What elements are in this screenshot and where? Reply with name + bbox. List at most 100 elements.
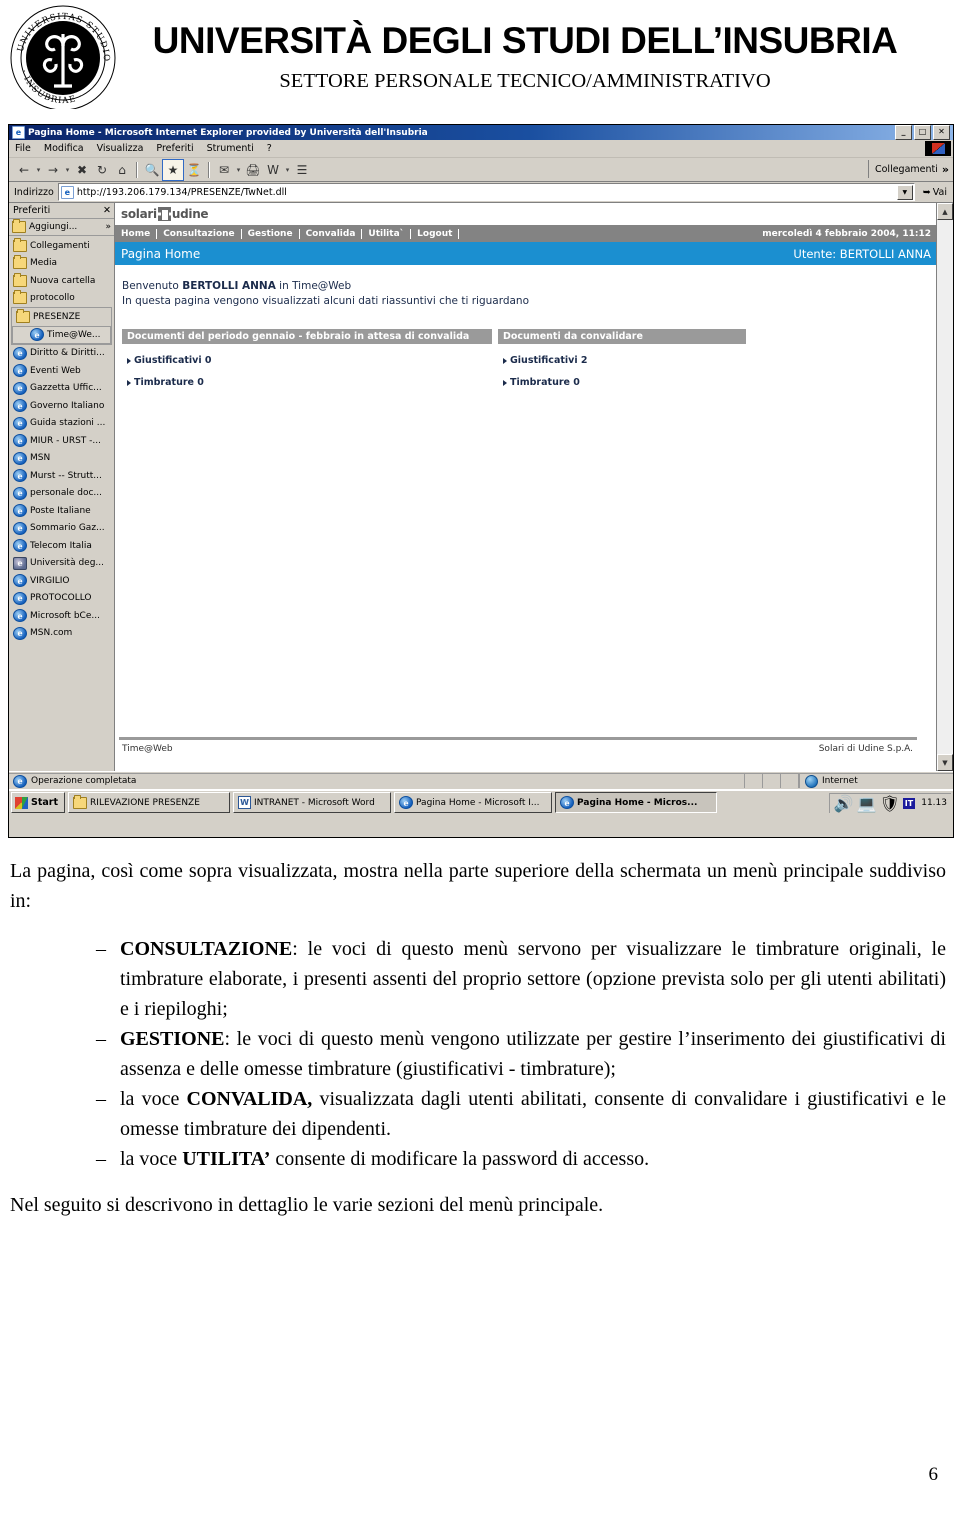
nav-item-gestione[interactable]: Gestione [242,228,300,239]
internet-explorer-icon: e [399,796,414,809]
menu-item-strumenti[interactable]: Strumenti [207,143,254,154]
taskbar-item-ie-1[interactable]: e Pagina Home - Microsoft I... [394,792,553,813]
panel-row-timbrature[interactable]: Timbrature 0 [122,366,492,388]
list-item[interactable]: e Università deg... [9,555,114,573]
security-zone[interactable]: Internet [799,773,953,788]
nav-item-convalida[interactable]: Convalida [300,228,363,239]
nav-item-utilita[interactable]: Utilita` [362,228,412,239]
address-value: http://193.206.179.134/PRESENZE/TwNet.dl… [76,186,287,198]
history-icon[interactable]: ⏳ [184,160,204,180]
nav-item-logout[interactable]: Logout [411,228,460,239]
list-item[interactable]: e PROTOCOLLO [9,590,114,608]
scroll-down-arrow-icon[interactable]: ▼ [937,754,953,771]
address-dropdown-icon[interactable]: ▼ [896,185,913,200]
forward-icon[interactable]: → [43,160,63,180]
favorites-icon[interactable]: ★ [162,158,184,181]
letterhead-subtitle: SETTORE PERSONALE TECNICO/AMMINISTRATIVO [279,70,771,92]
sidebar-item-timeweb[interactable]: e Time@We... [12,325,111,344]
menu-item-help[interactable]: ? [267,143,272,154]
menu-item-file[interactable]: File [15,143,31,154]
windows-flag-icon [15,796,28,809]
favorites-overflow-icon[interactable]: » [105,222,111,232]
taskbar-item-rilevazione[interactable]: RILEVAZIONE PRESENZE [68,792,231,813]
list-item[interactable]: Nuova cartella [9,272,114,290]
list-item[interactable]: e personale doc... [9,485,114,503]
menu-item-preferiti[interactable]: Preferiti [156,143,193,154]
list-item[interactable]: e Poste Italiane [9,502,114,520]
home-icon[interactable]: ⌂ [112,160,132,180]
list-item[interactable]: Media [9,255,114,273]
menu-item-modifica[interactable]: Modifica [44,143,84,154]
refresh-icon[interactable]: ↻ [92,160,112,180]
list-item[interactable]: e Governo Italiano [9,397,114,415]
list-item[interactable]: e Telecom Italia [9,537,114,555]
list-item[interactable]: Collegamenti [9,237,114,255]
mail-icon[interactable]: ✉ [214,160,234,180]
list-item[interactable]: e Eventi Web [9,362,114,380]
mail-dropdown-icon[interactable]: ▾ [234,160,243,180]
list-item[interactable]: protocollo [9,290,114,308]
links-bar-button[interactable]: Collegamenti » [867,160,949,178]
forward-dropdown-icon[interactable]: ▾ [63,160,72,180]
start-button[interactable]: Start [11,792,66,813]
panel-row-giustificativi[interactable]: Giustificativi 2 [498,344,746,366]
search-icon[interactable]: 🔍 [142,160,162,180]
panel-row-timbrature[interactable]: Timbrature 0 [498,366,746,388]
go-button[interactable]: ➥ Vai [919,187,953,198]
taskbar-clock[interactable]: 11.13 [918,798,947,808]
list-item[interactable]: e VIRGILIO [9,572,114,590]
favorites-add-row[interactable]: Aggiungi... » [9,219,114,236]
back-dropdown-icon[interactable]: ▾ [34,160,43,180]
network-icon[interactable]: 💻 [857,794,877,813]
edit-dropdown-icon[interactable]: ▾ [283,160,292,180]
internet-explorer-icon: e [13,486,27,500]
back-icon[interactable]: ← [14,160,34,180]
browser-toolbar: ← ▾ → ▾ ✖ ↻ ⌂ 🔍 ★ ⏳ ✉ ▾ 🖨 W ▾ ☰ Collegam… [9,158,953,182]
close-icon[interactable]: ✕ [103,205,111,216]
scroll-up-arrow-icon[interactable]: ▲ [937,203,953,220]
welcome-suffix: in Time@Web [275,280,352,292]
menu-item-visualizza[interactable]: Visualizza [97,143,144,154]
chevron-right-icon[interactable]: » [942,163,949,176]
print-icon[interactable]: 🖨 [243,160,263,180]
vertical-scrollbar[interactable]: ▲ ▼ [936,203,953,771]
list-item[interactable]: e Murst -- Strutt... [9,467,114,485]
list-item-label: MIUR - URST -... [30,435,101,446]
nav-item-home[interactable]: Home [121,228,158,239]
sidebar-item-presenze[interactable]: PRESENZE [12,308,111,326]
list-item-label: Microsoft bCe... [30,610,100,621]
panel-row-giustificativi[interactable]: Giustificativi 0 [122,344,492,366]
minimize-button[interactable]: _ [895,125,912,140]
list-item-label: Media [30,258,58,269]
list-item-utilita: la voce UTILITA’ consente di modificare … [0,1144,946,1174]
shield-icon[interactable]: 🛡 [879,794,899,813]
address-input[interactable]: e http://193.206.179.134/PRESENZE/TwNet.… [57,183,915,201]
edit-word-icon[interactable]: W [263,160,283,180]
taskbar-item-ie-2[interactable]: e Pagina Home - Micros... [555,792,718,813]
favorites-list[interactable]: Collegamenti Media Nuova cartella protoc… [9,236,114,771]
list-item[interactable]: e MSN [9,450,114,468]
list-item[interactable]: e Guida stazioni ... [9,415,114,433]
nav-item-consultazione[interactable]: Consultazione [157,228,242,239]
close-button[interactable]: ✕ [933,125,950,140]
maximize-button[interactable]: □ [914,125,931,140]
list-item[interactable]: e Sommario Gaz... [9,520,114,538]
language-indicator[interactable]: IT [902,797,916,809]
page-title-bar: Pagina Home Utente: BERTOLLI ANNA [115,242,937,265]
stop-icon[interactable]: ✖ [72,160,92,180]
internet-explorer-icon: e [13,399,27,413]
panel-documenti-attesa: Documenti del periodo gennaio - febbraio… [122,329,492,388]
list-item[interactable]: e MIUR - URST -... [9,432,114,450]
internet-explorer-icon: e [30,328,44,341]
list-item[interactable]: e Diritto & Diritti... [9,345,114,363]
list-item-label: PROTOCOLLO [30,593,92,604]
scrollbar-track[interactable] [937,220,953,754]
volume-icon[interactable]: 🔊 [834,794,854,813]
taskbar-item-word[interactable]: W INTRANET - Microsoft Word [233,792,392,813]
internet-explorer-icon: e [13,609,27,623]
list-item[interactable]: e MSN.com [9,625,114,643]
list-item[interactable]: e Gazzetta Uffic... [9,380,114,398]
discuss-icon[interactable]: ☰ [292,160,312,180]
list-item[interactable]: e Microsoft bCe... [9,607,114,625]
browser-body: Preferiti ✕ Aggiungi... » Collegamenti M… [9,203,953,771]
